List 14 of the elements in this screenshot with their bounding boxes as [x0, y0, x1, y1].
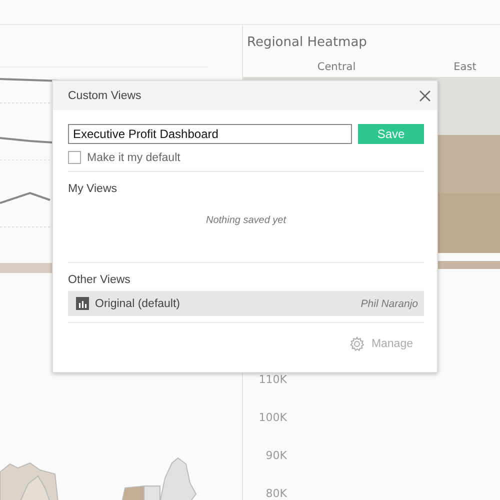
section-heading: My Views [68, 183, 118, 195]
axis-label: 100K [258, 410, 287, 426]
column-header: East [454, 61, 476, 73]
chart-title: Regional Heatmap [246, 34, 368, 52]
view-name-field[interactable]: Executive Profit Dashboard [68, 124, 352, 144]
section-heading: Other Views [68, 274, 132, 286]
column-header: Central [317, 61, 356, 73]
view-list-item[interactable]: Original (default) Phil Naranjo [68, 291, 424, 316]
axis-label: 90K [264, 448, 287, 464]
axis-label: 110K [258, 372, 287, 388]
empty-message: Nothing saved yet [206, 215, 286, 226]
axis-label: 80K [264, 486, 287, 500]
dialog-title: Custom Views [68, 90, 142, 102]
checkbox-label: Make it my default [87, 152, 180, 164]
